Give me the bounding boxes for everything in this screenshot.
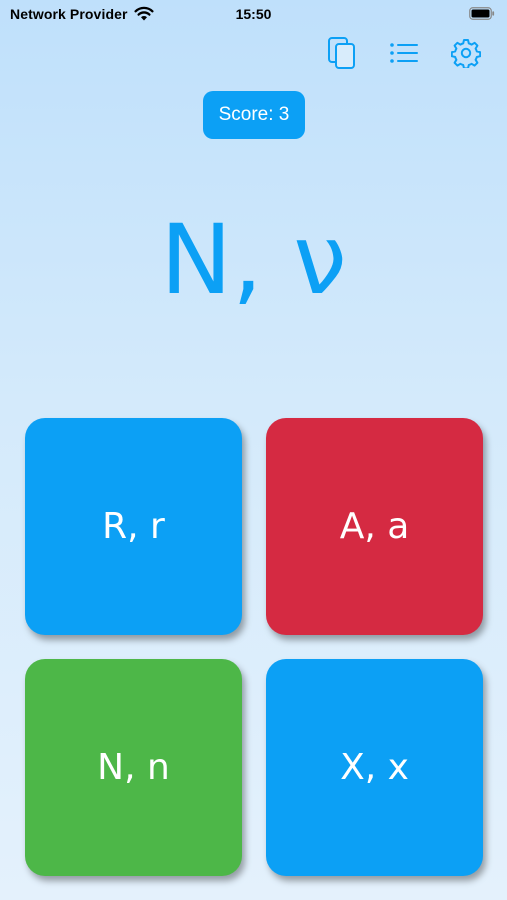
list-icon <box>389 41 419 65</box>
answer-button-1[interactable]: R, r <box>25 418 242 635</box>
answer-button-2[interactable]: A, a <box>266 418 483 635</box>
answer-label: R, r <box>102 506 165 547</box>
battery-icon <box>469 7 495 20</box>
answer-label: X, x <box>340 747 409 788</box>
score-badge: Score: 3 <box>203 91 305 139</box>
settings-button[interactable] <box>449 36 483 70</box>
answer-label: N, n <box>97 747 170 788</box>
list-button[interactable] <box>387 36 421 70</box>
cards-icon <box>327 36 357 70</box>
question-letter: N, ν <box>160 204 347 316</box>
gear-icon <box>451 38 481 68</box>
score-label: Score: 3 <box>218 104 290 125</box>
toolbar <box>297 36 483 70</box>
answer-label: A, a <box>339 506 410 547</box>
status-bar: Network Provider 15:50 <box>0 0 507 28</box>
clock: 15:50 <box>235 6 272 22</box>
answer-button-4[interactable]: X, x <box>266 659 483 876</box>
answer-button-3[interactable]: N, n <box>25 659 242 876</box>
cards-button[interactable] <box>325 36 359 70</box>
